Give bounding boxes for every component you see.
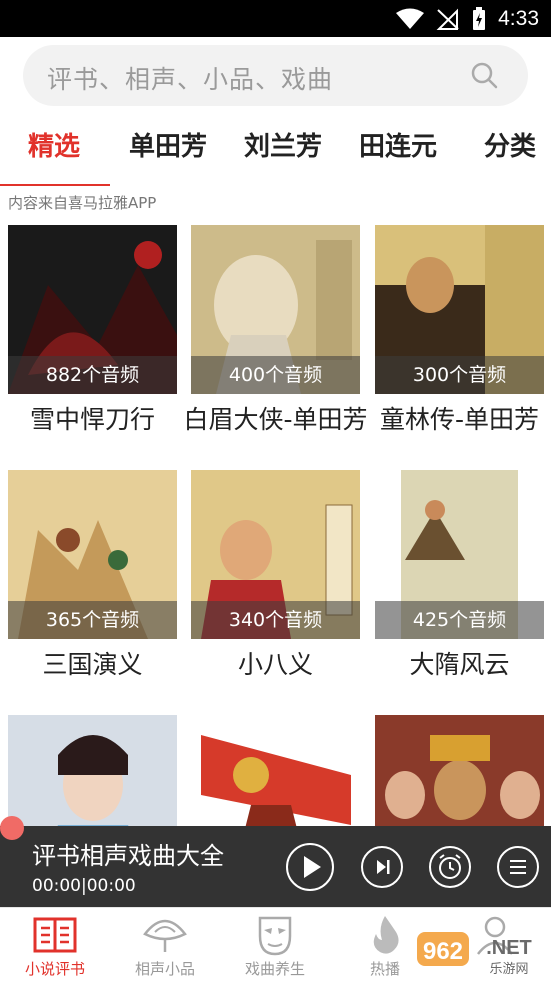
sleep-timer-icon[interactable]: [425, 842, 475, 892]
opera-mask-icon: [258, 916, 292, 956]
nav-label: 戏曲养生: [244, 960, 305, 978]
flame-icon: [373, 916, 399, 954]
wifi-icon: [396, 8, 425, 29]
playlist-menu-icon[interactable]: [493, 842, 543, 892]
track-count: 882个音频: [8, 356, 177, 394]
tab-liu-lanfang[interactable]: 刘兰芳: [244, 126, 322, 163]
category-tabs: 精选 单田芳 刘兰芳 田连元 分类: [0, 126, 551, 176]
album-cover: 882个音频: [8, 225, 177, 394]
album-title: 小八义: [237, 650, 313, 679]
nav-item-stories[interactable]: 小说评书: [0, 908, 110, 981]
search-icon[interactable]: [470, 61, 498, 89]
tab-categories[interactable]: 分类: [484, 126, 536, 163]
next-track-icon[interactable]: [357, 842, 407, 892]
nav-label: 小说评书: [24, 960, 85, 978]
nav-item-crosstalk[interactable]: 相声小品: [110, 908, 220, 981]
album-title: 大隋风云: [409, 650, 510, 679]
track-count: 300个音频: [375, 356, 544, 394]
album-title: 童林传-单田芳: [379, 405, 540, 434]
album-cover: 340个音频: [191, 470, 360, 639]
battery-charging-icon: [473, 6, 486, 30]
album-cover: 400个音频: [191, 225, 360, 394]
search-bar[interactable]: 评书、相声、小品、戏曲: [23, 45, 528, 106]
album-title: 三国演义: [42, 650, 143, 679]
status-bar: 4:33: [0, 0, 551, 37]
album-cover: 425个音频: [375, 470, 544, 639]
nav-item-opera[interactable]: 戏曲养生: [220, 908, 330, 981]
track-count: 400个音频: [191, 356, 360, 394]
book-icon: [33, 917, 77, 953]
tab-shan-tianfang[interactable]: 单田芳: [129, 126, 207, 163]
fan-icon: [143, 919, 187, 952]
track-count: 365个音频: [8, 601, 177, 639]
source-note: 内容来自喜马拉雅APP: [8, 194, 157, 212]
status-time: 4:33: [498, 6, 539, 30]
player-title: 评书相声戏曲大全: [32, 842, 224, 870]
no-signal-icon: [436, 8, 459, 30]
tab-featured[interactable]: 精选: [28, 126, 80, 163]
play-icon[interactable]: [285, 842, 335, 892]
album-title: 雪中悍刀行: [29, 405, 155, 434]
track-count: 425个音频: [375, 601, 544, 639]
watermark-brand: 962: [423, 938, 463, 965]
active-tab-indicator: [0, 184, 110, 186]
track-count: 340个音频: [191, 601, 360, 639]
album-title: 白眉大侠-单田芳: [183, 405, 368, 434]
watermark-sub: 乐游网: [489, 962, 528, 976]
nav-label: 相声小品: [134, 960, 195, 978]
watermark-suffix: .NET: [486, 937, 532, 959]
mini-player[interactable]: 评书相声戏曲大全 00:00|00:00: [0, 826, 551, 907]
tab-tian-lianyuan[interactable]: 田连元: [359, 126, 437, 163]
player-time: 00:00|00:00: [32, 876, 136, 896]
album-cover: 365个音频: [8, 470, 177, 639]
progress-dot[interactable]: [0, 816, 24, 840]
album-cover: 300个音频: [375, 225, 544, 394]
search-placeholder: 评书、相声、小品、戏曲: [47, 65, 334, 94]
watermark-logo: 962 .NET 乐游网: [417, 932, 532, 976]
